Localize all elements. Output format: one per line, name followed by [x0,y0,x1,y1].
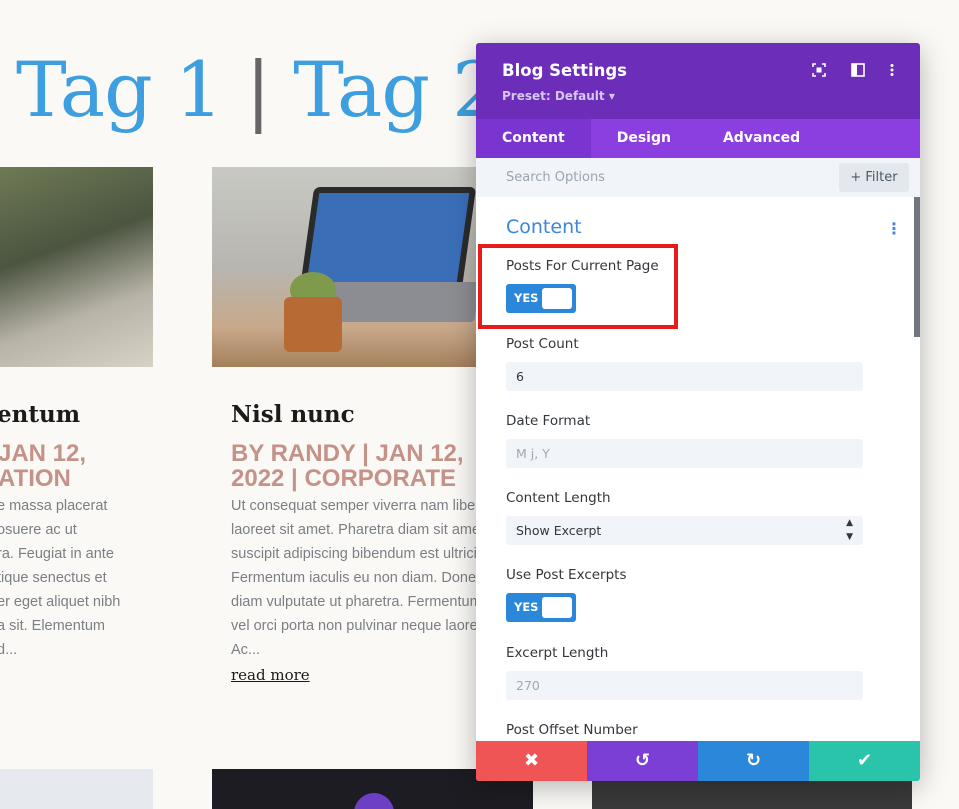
date-format-input[interactable]: M j, Y [506,439,863,468]
post-count-label: Post Count [506,336,579,352]
tab-advanced[interactable]: Advanced [697,119,826,158]
more-vertical-icon[interactable] [883,63,901,81]
fullscreen-icon[interactable] [810,63,828,81]
plant-pot-image [284,297,342,352]
modal-header[interactable]: Blog Settings Preset: Default ▾ [476,43,920,119]
undo-button[interactable]: ↺ [587,741,698,781]
excerpt-length-label: Excerpt Length [506,645,609,661]
toggle-knob [542,597,572,618]
video-dot-icon [354,793,394,809]
laptop-image [299,187,476,289]
content-length-value: Show Excerpt [516,523,602,538]
tag-2-link[interactable]: Tag 2 [293,45,500,134]
cancel-button[interactable]: ✖ [476,741,587,781]
heading-separator: | [245,45,271,134]
toggle-yes-label: YES [514,600,539,614]
use-post-excerpts-label: Use Post Excerpts [506,567,627,583]
filter-button[interactable]: + Filter [839,163,909,192]
content-group-title[interactable]: Content [506,216,582,238]
post-excerpt-1: e massa placerat osuere ac ut ra. Feugia… [0,498,121,658]
group-more-icon[interactable]: ⋮ [886,219,902,238]
post-title-1[interactable]: entum [0,401,80,428]
modal-footer: ✖ ↺ ↻ ✔ [476,741,920,781]
blog-settings-modal: Blog Settings Preset: Default ▾ Content … [476,43,920,781]
post-count-input[interactable]: 6 [506,362,863,391]
settings-tabs: Content Design Advanced [476,119,920,158]
date-format-label: Date Format [506,413,591,429]
save-button[interactable]: ✔ [809,741,920,781]
excerpt-length-input[interactable]: 270 [506,671,863,700]
search-input[interactable]: Search Options [506,170,605,185]
scrollbar-thumb[interactable] [914,197,920,337]
search-options-bar[interactable]: Search Options + Filter [476,158,920,197]
content-length-label: Content Length [506,490,611,506]
read-more-link[interactable]: read more [231,666,310,684]
tab-design[interactable]: Design [591,119,697,158]
post-title-2[interactable]: Nisl nunc [231,401,355,428]
post-thumbnail-1[interactable] [0,167,153,367]
use-post-excerpts-toggle[interactable]: YES [506,593,576,622]
redo-button[interactable]: ↻ [698,741,809,781]
columns-icon[interactable] [849,63,867,81]
content-length-select[interactable]: Show Excerpt ▲ ▼ [506,516,863,545]
tag-1-link[interactable]: Tag 1 [16,45,223,134]
post-meta-2: BY RANDY | JAN 12, 2022 | CORPORATE [231,440,464,492]
post-thumbnail-2[interactable] [212,167,476,367]
post-offset-label: Post Offset Number [506,722,638,738]
preset-dropdown[interactable]: Preset: Default ▾ [502,89,615,103]
page-heading: Tag 1 | Tag 2 [16,45,500,134]
post-thumbnail-3[interactable] [0,769,153,809]
select-arrows-icon: ▲ ▼ [846,518,853,542]
modal-title: Blog Settings [502,61,628,80]
post-meta-1: JAN 12, ATION [0,440,87,492]
tab-content[interactable]: Content [476,119,591,158]
post-excerpt-2: Ut consequat semper viverra nam libero l… [231,498,476,658]
highlight-annotation-box [478,244,678,329]
